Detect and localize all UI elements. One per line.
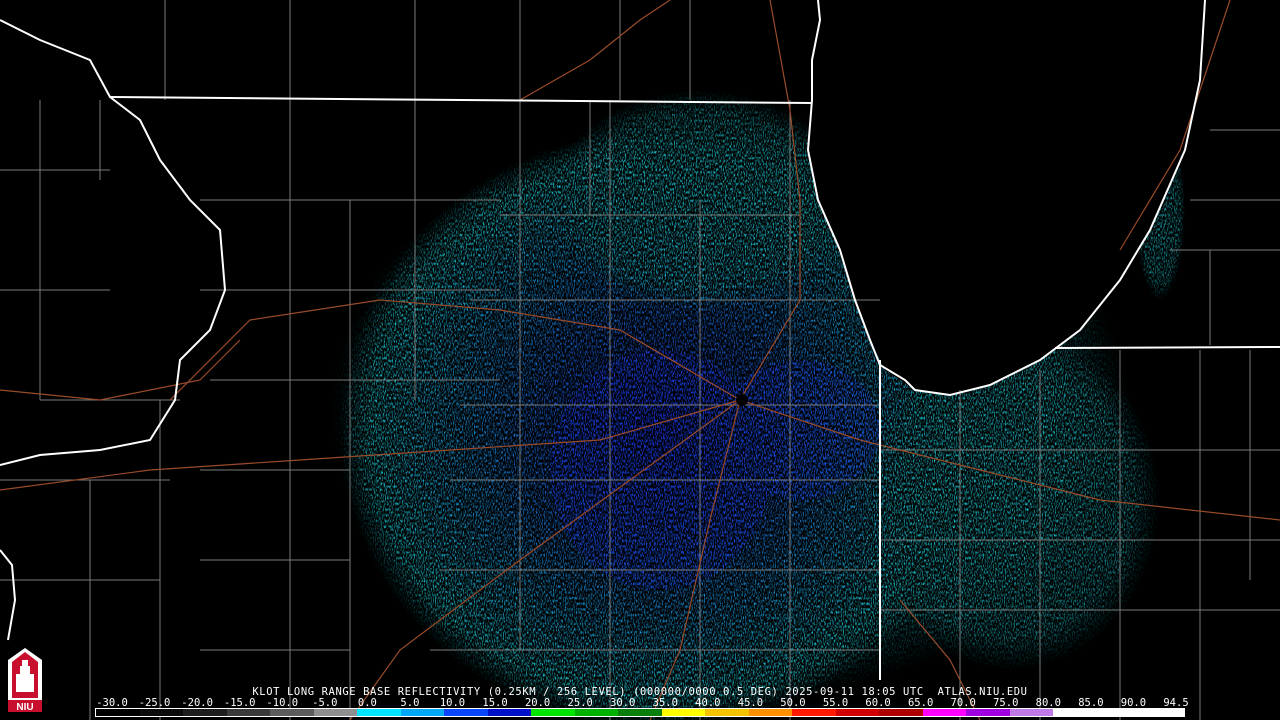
color-scale-label: -5.0 xyxy=(312,697,338,709)
color-scale-swatch xyxy=(226,709,271,716)
color-scale-label: -10.0 xyxy=(266,697,299,709)
color-scale-swatch xyxy=(1009,709,1054,716)
color-scale-swatch xyxy=(183,709,227,716)
radar-site-marker xyxy=(736,394,748,406)
color-scale-label: 80.0 xyxy=(1035,697,1061,709)
color-scale-swatch xyxy=(879,709,923,716)
color-scale-swatch xyxy=(487,709,532,716)
color-scale-swatch xyxy=(313,709,358,716)
color-scale-swatch xyxy=(922,709,967,716)
color-scale-label: 20.0 xyxy=(524,697,551,709)
color-scale-label: 0.0 xyxy=(357,697,377,709)
color-scale-labels: -30.0 -25.0 -20.0 -15.0 -10.0 -5.0 0.0 5.0 10.0 1… xyxy=(0,697,1280,709)
color-scale-label: -20.0 xyxy=(181,697,213,709)
color-scale-swatch xyxy=(1053,709,1097,716)
color-scale-swatch xyxy=(792,709,836,716)
color-scale-label: 25.0 xyxy=(567,697,593,709)
color-scale-label: 50.0 xyxy=(780,697,806,709)
color-scale-swatch xyxy=(835,709,880,716)
color-scale-label: 75.0 xyxy=(993,697,1019,709)
color-scale-label: 35.0 xyxy=(652,697,678,709)
color-scale-label: -15.0 xyxy=(223,697,256,709)
color-scale-label: -25.0 xyxy=(138,697,171,709)
color-scale-label: -30.0 xyxy=(96,697,128,709)
color-scale-label: 40.0 xyxy=(695,697,721,709)
radar-map xyxy=(0,0,1280,720)
color-scale-label: 90.0 xyxy=(1120,697,1147,709)
color-scale-swatch xyxy=(966,709,1010,716)
color-scale-swatch xyxy=(531,709,575,716)
color-scale-label: 5.0 xyxy=(400,697,420,709)
color-scale-label: 94.5 xyxy=(1163,697,1189,709)
color-scale-label: 65.0 xyxy=(907,697,934,709)
color-scale-swatch xyxy=(400,709,445,716)
color-scale-label: 10.0 xyxy=(439,697,466,709)
color-scale-swatch xyxy=(748,709,793,716)
color-scale-swatch xyxy=(618,709,662,716)
color-scale-swatch xyxy=(705,709,749,716)
color-scale-swatch xyxy=(96,709,140,716)
color-scale-swatch xyxy=(139,709,184,716)
color-scale-bar xyxy=(95,708,1185,717)
color-scale-swatch xyxy=(661,709,706,716)
color-scale-label: 45.0 xyxy=(737,697,764,709)
color-scale-label: 30.0 xyxy=(610,697,636,709)
color-scale-swatch xyxy=(1096,709,1141,716)
color-scale-label: 15.0 xyxy=(482,697,508,709)
color-scale-label: 60.0 xyxy=(865,697,891,709)
color-scale-swatch xyxy=(574,709,619,716)
color-scale-label: 85.0 xyxy=(1078,697,1104,709)
color-scale-swatch xyxy=(1140,709,1184,716)
color-scale-swatch xyxy=(270,709,314,716)
color-scale-swatch xyxy=(444,709,488,716)
color-scale-label: 55.0 xyxy=(822,697,849,709)
color-scale-label: 70.0 xyxy=(950,697,976,709)
color-scale-swatch xyxy=(357,709,401,716)
